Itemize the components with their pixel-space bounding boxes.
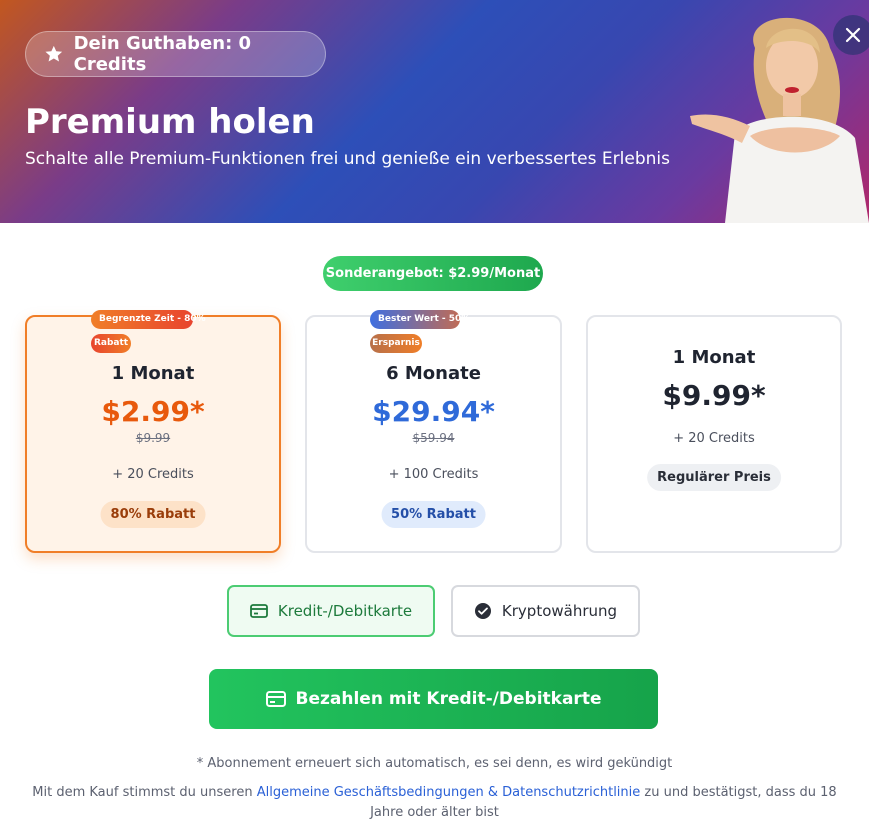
discount-badge: 80% Rabatt (100, 501, 206, 528)
plan-card-1-month-regular[interactable]: 1 Monat $9.99* + 20 Credits Regulärer Pr… (586, 315, 842, 553)
payment-option-crypto[interactable]: Kryptowährung (451, 585, 640, 637)
auto-renew-note: * Abonnement erneuert sich automatisch, … (196, 756, 673, 771)
plan-price: $29.94* (372, 395, 495, 428)
credit-balance-label: Dein Guthaben: 0 Credits (73, 33, 252, 75)
plan-name: 1 Monat (111, 363, 195, 384)
plan-name: 6 Monate (386, 363, 481, 384)
plan-tag-best-value: Bester Wert - 50% (370, 310, 470, 329)
page-title: Premium holen (25, 102, 315, 142)
plan-old-price: $9.99 (135, 431, 171, 445)
page-subtitle: Schalte alle Premium-Funktionen frei und… (25, 149, 670, 169)
check-circle-icon (474, 603, 491, 619)
payment-option-card[interactable]: Kredit-/Debitkarte (227, 585, 435, 637)
plan-tag-best-value-line2: Ersparnis (370, 334, 422, 353)
credit-card-icon (250, 604, 268, 618)
plan-tag-limited: Begrenzte Zeit - 80% (91, 310, 206, 329)
plan-card-1-month-discount[interactable]: Begrenzte Zeit - 80% Rabatt 1 Monat $2.9… (25, 310, 281, 553)
special-offer-badge: Sonderangebot: $2.99/Monat (323, 256, 543, 291)
plan-credits: + 20 Credits (673, 431, 755, 446)
terms-privacy-link[interactable]: Allgemeine Geschäftsbedingungen & Datens… (257, 785, 641, 800)
credit-balance-pill: Dein Guthaben: 0 Credits (25, 31, 326, 77)
plan-name: 1 Monat (672, 347, 756, 368)
close-icon (845, 27, 861, 43)
plan-credits: + 20 Credits (112, 467, 194, 482)
plan-old-price: $59.94 (412, 431, 455, 445)
close-button[interactable] (833, 15, 869, 55)
plan-price: $9.99* (662, 379, 766, 412)
plan-card-6-months[interactable]: Bester Wert - 50% Ersparnis 6 Monate $29… (305, 310, 562, 553)
pay-button[interactable]: Bezahlen mit Kredit-/Debitkarte (209, 669, 658, 729)
legal-text: Mit dem Kauf stimmst du unseren Allgemei… (30, 783, 839, 823)
discount-badge: 50% Rabatt (381, 501, 486, 528)
premium-header: Dein Guthaben: 0 Credits Premium holen S… (0, 0, 869, 223)
plan-price: $2.99* (101, 395, 205, 428)
pay-button-label: Bezahlen mit Kredit-/Debitkarte (295, 689, 602, 709)
star-icon (45, 45, 63, 62)
legal-prefix: Mit dem Kauf stimmst du unseren (32, 785, 257, 800)
credit-card-icon (265, 691, 286, 707)
plan-credits: + 100 Credits (388, 467, 479, 482)
plan-tag-limited-line2: Rabatt (91, 334, 131, 353)
payment-option-label: Kryptowährung (501, 602, 618, 620)
payment-option-label: Kredit-/Debitkarte (277, 602, 413, 620)
regular-price-badge: Regulärer Preis (647, 464, 781, 491)
